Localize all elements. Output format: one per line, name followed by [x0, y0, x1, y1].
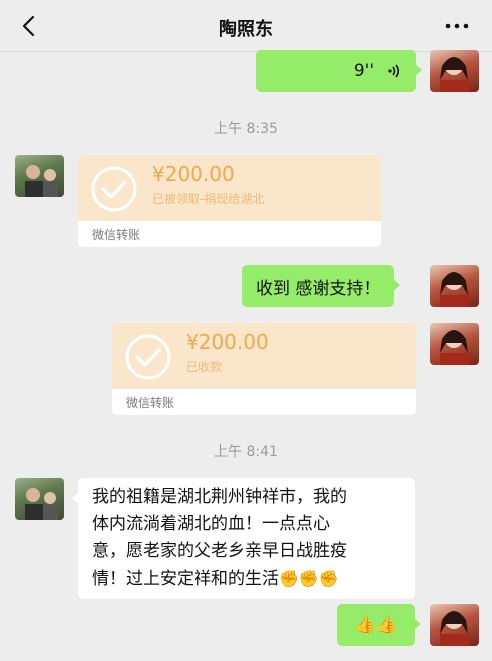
text-message-bubble[interactable]: 收到 感谢支持！ [242, 265, 401, 307]
check-circle-icon [91, 166, 137, 212]
transfer-amount: ¥200.00 [186, 330, 269, 354]
avatar-contact[interactable] [15, 478, 64, 520]
avatar-self[interactable] [430, 323, 479, 365]
avatar-self[interactable] [430, 604, 479, 646]
check-circle-icon [125, 334, 171, 380]
avatar-contact[interactable] [15, 155, 64, 197]
avatar-self[interactable] [430, 265, 479, 307]
message-text: 收到 感谢支持！ [256, 278, 381, 299]
message-line-last: 情！过上安定祥和的生活✊✊✊ [92, 565, 405, 593]
voice-duration: 9'' [353, 61, 374, 81]
message-line: 体内流淌着湖北的血！一点点心 [92, 514, 330, 534]
timestamp: 上午 8:35 [214, 121, 278, 137]
fist-emoji: ✊✊✊ [279, 569, 339, 588]
transfer-status: 已被领取-捐现给湖北 [152, 192, 265, 206]
navigation-bar: 陶照东 [0, 0, 492, 52]
transfer-status: 已收款 [186, 360, 223, 374]
chat-title: 陶照东 [219, 19, 273, 40]
transfer-card-collected[interactable]: ¥200.00 已收款 微信转账 [112, 323, 416, 415]
message-line: 我的祖籍是湖北荆州钟祥市，我的 [92, 487, 347, 507]
message-line: 情！过上安定祥和的生活 [92, 569, 279, 589]
thumbs-up-emoji: 👍👍 [354, 615, 398, 635]
transfer-amount: ¥200.00 [152, 162, 235, 186]
text-message-bubble[interactable]: 我的祖籍是湖北荆州钟祥市，我的 体内流淌着湖北的血！一点点心 意，愿老家的父老乡… [72, 478, 415, 599]
timestamp: 上午 8:41 [214, 444, 278, 460]
transfer-card-received[interactable]: ¥200.00 已被领取-捐现给湖北 微信转账 [78, 155, 381, 247]
message-line: 意，愿老家的父老乡亲早日战胜疫 [92, 541, 347, 561]
avatar-self[interactable] [430, 50, 479, 92]
more-dots-icon[interactable] [444, 18, 470, 34]
transfer-card-top: ¥200.00 已被领取-捐现给湖北 [78, 155, 381, 221]
transfer-card-top: ¥200.00 已收款 [112, 323, 416, 389]
transfer-footer: 微信转账 [112, 389, 416, 415]
transfer-footer: 微信转账 [78, 221, 381, 247]
voice-message-bubble[interactable]: 9'' [256, 50, 422, 92]
voice-wave-icon [388, 64, 400, 78]
emoji-message-bubble[interactable]: 👍👍 [337, 604, 421, 646]
